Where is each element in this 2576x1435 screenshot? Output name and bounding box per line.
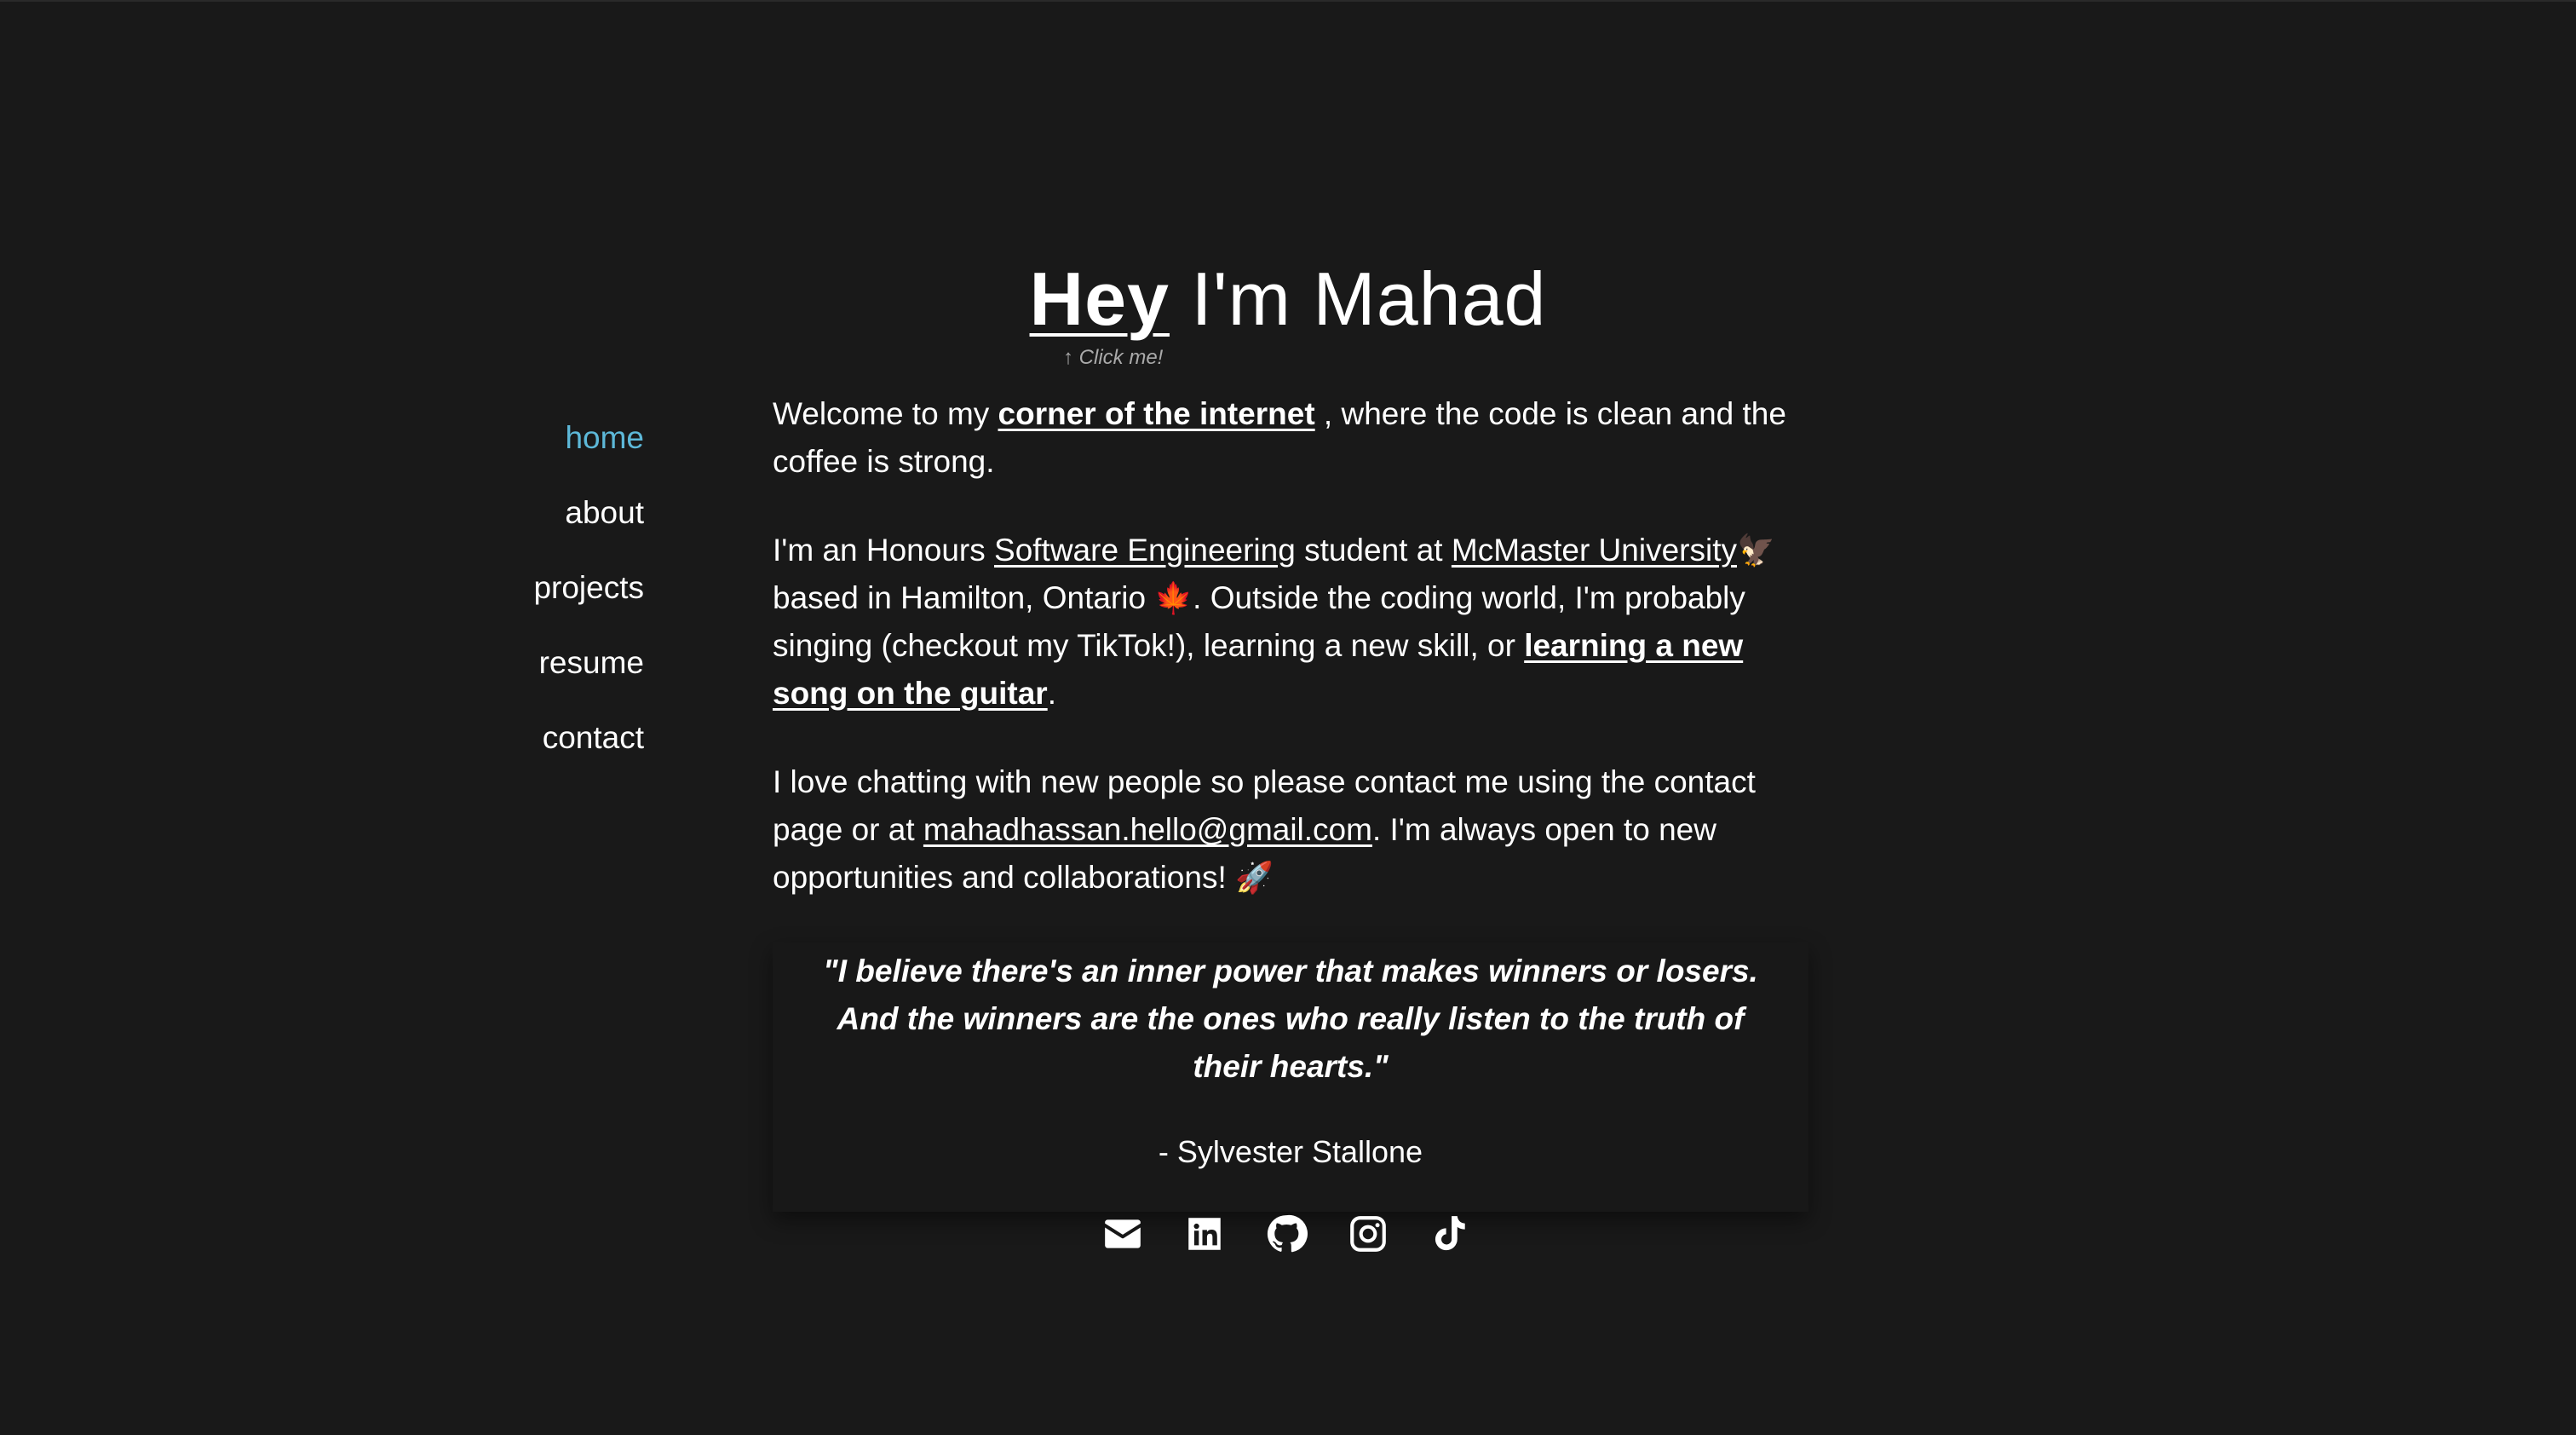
title-rest: I'm Mahad xyxy=(1169,256,1547,341)
text: based in Hamilton, Ontario xyxy=(773,580,1155,615)
intro-paragraph-2: I'm an Honours Software Engineering stud… xyxy=(773,527,1808,718)
corner-of-internet-link[interactable]: corner of the internet xyxy=(998,396,1315,431)
nav-item-resume[interactable]: resume xyxy=(477,643,644,683)
email-icon[interactable] xyxy=(1099,1210,1147,1258)
quote-author: - Sylvester Stallone xyxy=(1158,1134,1423,1169)
quote-card: "I believe there's an inner power that m… xyxy=(773,942,1808,1212)
maple-leaf-emoji: 🍁 xyxy=(1154,580,1193,615)
software-engineering-link[interactable]: Software Engineering xyxy=(994,533,1296,568)
eagle-emoji: 🦅 xyxy=(1736,533,1775,568)
instagram-icon[interactable] xyxy=(1344,1210,1392,1258)
rocket-emoji: 🚀 xyxy=(1235,860,1274,895)
click-me-hint: ↑ Click me! xyxy=(1063,346,1164,369)
text: . xyxy=(1047,676,1056,711)
main-content: Welcome to my corner of the internet , w… xyxy=(773,390,1808,1212)
tiktok-icon[interactable] xyxy=(1426,1210,1474,1258)
text: Welcome to my xyxy=(773,396,998,431)
page-title: Hey I'm Mahad xyxy=(0,249,2576,349)
hero: Hey I'm Mahad xyxy=(0,249,2576,349)
github-icon[interactable] xyxy=(1262,1210,1310,1258)
nav-item-home[interactable]: home xyxy=(477,418,644,458)
hey-link[interactable]: Hey xyxy=(1030,256,1170,341)
page: Hey I'm Mahad ↑ Click me! home about pro… xyxy=(0,0,2576,1435)
text: student at xyxy=(1295,533,1452,568)
email-link[interactable]: mahadhassan.hello@gmail.com xyxy=(923,812,1372,847)
mcmaster-link[interactable]: McMaster University xyxy=(1452,533,1737,568)
nav-item-contact[interactable]: contact xyxy=(477,718,644,758)
social-links xyxy=(1099,1208,1474,1259)
linkedin-icon[interactable] xyxy=(1181,1210,1228,1258)
intro-paragraph-1: Welcome to my corner of the internet , w… xyxy=(773,390,1808,486)
text: I'm an Honours xyxy=(773,533,995,568)
quote-text: "I believe there's an inner power that m… xyxy=(823,954,1758,1084)
sidebar-nav: home about projects resume contact xyxy=(477,418,644,792)
nav-item-about[interactable]: about xyxy=(477,493,644,533)
intro-paragraph-3: I love chatting with new people so pleas… xyxy=(773,758,1808,902)
nav-item-projects[interactable]: projects xyxy=(477,568,644,608)
